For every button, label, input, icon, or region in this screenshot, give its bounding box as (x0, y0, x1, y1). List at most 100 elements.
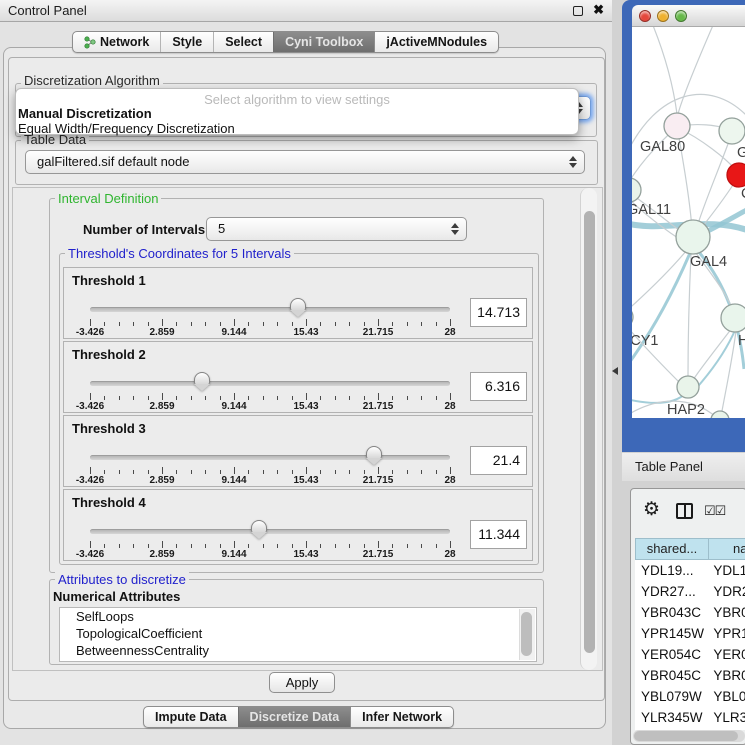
table-row[interactable]: YER054CYER0 (635, 644, 745, 665)
table-row[interactable]: YLR345WYLR3 (635, 707, 745, 728)
threshold-1-slider[interactable]: -3.4262.8599.14415.4321.71528 (90, 296, 450, 336)
slider-track[interactable] (90, 381, 450, 386)
network-node-label: GA (737, 145, 745, 161)
table-cell[interactable]: YPR145W (635, 623, 708, 644)
table-row[interactable]: YPR145WYPR1 (635, 623, 745, 644)
network-node[interactable] (664, 113, 690, 139)
slider-thumb[interactable] (194, 372, 210, 384)
popup-option-equal-width-frequency[interactable]: Equal Width/Frequency Discretization (18, 121, 235, 136)
network-window-titlebar[interactable] (632, 5, 745, 27)
table-cell[interactable]: YDR2 (708, 581, 745, 602)
apply-button[interactable]: Apply (269, 672, 335, 693)
table-cell[interactable]: YER0 (708, 644, 745, 665)
control-panel-titlebar[interactable]: Control Panel ✖ (0, 0, 612, 22)
table-cell[interactable]: YBR0 (708, 665, 745, 686)
algorithm-dropdown-popup: Select algorithm to view settings Manual… (15, 88, 579, 135)
table-cell[interactable]: YLR345W (635, 707, 708, 728)
float-window-icon[interactable] (573, 6, 583, 16)
column-header-shared-name[interactable]: shared... (635, 538, 709, 560)
network-edge[interactable] (632, 323, 679, 382)
network-node-label: H (738, 333, 745, 349)
network-node[interactable] (727, 163, 745, 187)
threshold-4-slider[interactable]: -3.4262.8599.14415.4321.71528 (90, 518, 450, 558)
table-cell[interactable]: YLR3 (708, 707, 745, 728)
network-node[interactable] (632, 178, 641, 202)
number-of-intervals-select[interactable]: 5 (206, 217, 467, 241)
table-row[interactable]: YDL19...YDL1 (635, 560, 745, 581)
attributes-list-scrollbar[interactable] (519, 609, 535, 660)
slider-thumb[interactable] (366, 446, 382, 458)
table-cell[interactable]: YER054C (635, 644, 708, 665)
table-cell[interactable]: YDL19... (635, 560, 708, 581)
table-cell[interactable]: YPR1 (708, 623, 745, 644)
threshold-2-slider[interactable]: -3.4262.8599.14415.4321.71528 (90, 370, 450, 410)
threshold-3-panel: Threshold 3 -3.4262.8599.14415.4321.7152… (63, 415, 533, 487)
table-row[interactable]: YBR045CYBR0 (635, 665, 745, 686)
attribute-list-item[interactable]: SelfLoops (60, 608, 536, 625)
vertical-scrollbar[interactable] (580, 188, 597, 670)
network-edge[interactable] (632, 250, 687, 315)
table-panel-titlebar[interactable]: Table Panel (622, 453, 745, 481)
tab-network[interactable]: Network (73, 32, 160, 52)
table-row[interactable]: YBL079WYBL0 (635, 686, 745, 707)
column-header-name[interactable]: na (709, 538, 745, 560)
threshold-2-value-field[interactable]: 6.316 (470, 372, 527, 401)
slider-track[interactable] (90, 529, 450, 534)
table-cell[interactable]: YBR043C (635, 602, 708, 623)
vertical-scrollbar-thumb[interactable] (584, 211, 595, 653)
network-node[interactable] (711, 411, 729, 418)
table-cell[interactable]: YDR27... (635, 581, 708, 602)
network-edge[interactable] (688, 254, 691, 377)
network-canvas[interactable]: GAL80GACGAL11GAL4GCY1HHAP2 (632, 27, 745, 418)
zoom-traffic-light[interactable] (675, 10, 687, 22)
network-node[interactable] (721, 304, 745, 332)
close-traffic-light[interactable] (639, 10, 651, 22)
tab-style[interactable]: Style (160, 32, 213, 52)
threshold-3-slider[interactable]: -3.4262.8599.14415.4321.71528 (90, 444, 450, 484)
columns-icon[interactable] (676, 503, 693, 519)
select-columns-icons[interactable]: ☑☑ (704, 503, 725, 519)
table-row[interactable]: YDR27...YDR2 (635, 581, 745, 602)
minimize-traffic-light[interactable] (657, 10, 669, 22)
slider-thumb[interactable] (290, 298, 306, 310)
tab-cyni-toolbox[interactable]: Cyni Toolbox (273, 32, 374, 52)
attributes-list-scrollbar-thumb[interactable] (521, 612, 532, 656)
attribute-list-item[interactable]: TopologicalCoefficient (60, 625, 536, 642)
network-edge[interactable] (632, 253, 690, 367)
cyni-toolbox-content: Discretization Algorithm Select algorith… (8, 57, 605, 701)
horizontal-scrollbar-thumb[interactable] (634, 731, 738, 741)
tab-infer-network[interactable]: Infer Network (350, 707, 453, 727)
threshold-1-panel: Threshold 1 -3.4262.8599.14415.4321.7152… (63, 267, 533, 339)
tab-select[interactable]: Select (213, 32, 273, 52)
network-edge[interactable] (678, 27, 714, 114)
tab-jactivemnodules[interactable]: jActiveMNodules (374, 32, 498, 52)
table-row[interactable]: YBR043CYBR0 (635, 602, 745, 623)
table-cell[interactable]: YBL0 (708, 686, 745, 707)
network-node[interactable] (677, 376, 699, 398)
network-node[interactable] (676, 220, 710, 254)
threshold-4-value-field[interactable]: 11.344 (470, 520, 527, 549)
table-data-select[interactable]: galFiltered.sif default node (25, 150, 585, 174)
network-edge[interactable] (693, 328, 732, 380)
slider-track[interactable] (90, 307, 450, 312)
threshold-1-value-field[interactable]: 14.713 (470, 298, 527, 327)
tab-impute-data[interactable]: Impute Data (144, 707, 238, 727)
table-cell[interactable]: YBL079W (635, 686, 708, 707)
tab-discretize-data-label: Discretize Data (250, 707, 340, 727)
tab-discretize-data[interactable]: Discretize Data (238, 707, 351, 727)
table-panel-window: ⚙ ☑☑ shared... na YDL19...YDL1YDR27...YD… (630, 488, 745, 745)
attribute-list-item[interactable]: BetweennessCentrality (60, 642, 536, 659)
table-cell[interactable]: YBR0 (708, 602, 745, 623)
network-edge[interactable] (696, 133, 732, 230)
horizontal-scrollbar[interactable] (633, 730, 745, 742)
network-node[interactable] (632, 306, 633, 328)
popup-option-manual-discretization[interactable]: Manual Discretization (18, 106, 152, 121)
gear-icon[interactable]: ⚙ (643, 498, 660, 521)
table-cell[interactable]: YBR045C (635, 665, 708, 686)
threshold-3-value-field[interactable]: 21.4 (470, 446, 527, 475)
table-cell[interactable]: YDL1 (708, 560, 745, 581)
slider-thumb[interactable] (251, 520, 267, 532)
network-node[interactable] (719, 118, 745, 144)
close-icon[interactable]: ✖ (593, 2, 604, 18)
slider-track[interactable] (90, 455, 450, 460)
